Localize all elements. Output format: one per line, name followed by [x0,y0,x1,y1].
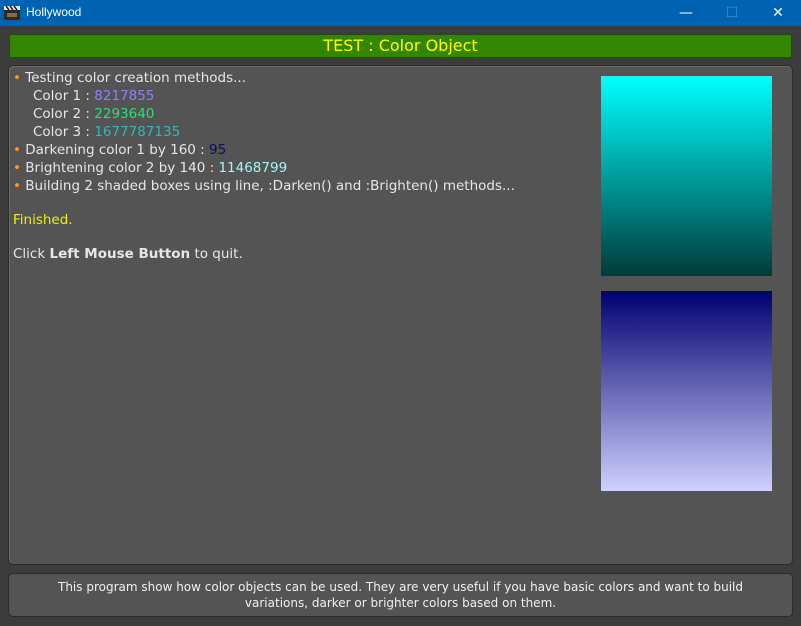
log-line-testing: • Testing color creation methods... [13,70,246,86]
minimize-button[interactable]: — [663,0,709,26]
color3-value: 1677787135 [94,124,181,140]
maximize-button[interactable]: ☐ [709,0,755,26]
color1-value: 8217855 [94,88,155,104]
window-title: Hollywood [26,5,82,19]
log-line-brighten: • Brightening color 2 by 140 : 11468799 [13,160,287,176]
log-line-color1: Color 1 : 8217855 [33,88,154,104]
click-prefix: Click [13,246,50,262]
color2-value: 2293640 [94,106,155,122]
brightened-shaded-box [601,291,772,491]
quit-instruction: Click Left Mouse Button to quit. [13,246,243,262]
log-line-darken: • Darkening color 1 by 160 : 95 [13,142,226,158]
darken-value: 95 [209,142,227,158]
clapperboard-icon [4,5,20,20]
app-window: Hollywood — ☐ ✕ TEST : Color Object • Te… [0,0,801,626]
title-bar[interactable]: Hollywood — ☐ ✕ [0,0,801,26]
close-button[interactable]: ✕ [755,0,801,26]
log-line-color2: Color 2 : 2293640 [33,106,154,122]
finished-text: Finished. [13,212,73,228]
brighten-label: Brightening color 2 by 140 : [25,160,219,176]
darkened-shaded-box [601,76,772,276]
darken-label: Darkening color 1 by 160 : [25,142,210,158]
bullet-icon: • [13,70,21,86]
footer-description: This program show how color objects can … [8,573,793,617]
click-suffix: to quit. [190,246,243,262]
color2-label: Color 2 : [33,106,95,122]
brighten-value: 11468799 [218,160,288,176]
click-bold: Left Mouse Button [49,246,191,262]
bullet-icon: • [13,142,21,158]
log-text: Testing color creation methods... [25,70,246,86]
color3-label: Color 3 : [33,124,95,140]
log-line-building: • Building 2 shaded boxes using line, :D… [13,178,515,194]
page-title: TEST : Color Object [9,34,792,58]
bullet-icon: • [13,160,21,176]
bullet-icon: • [13,178,21,194]
log-line-color3: Color 3 : 1677787135 [33,124,180,140]
building-text: Building 2 shaded boxes using line, :Dar… [25,178,515,194]
color1-label: Color 1 : [33,88,95,104]
